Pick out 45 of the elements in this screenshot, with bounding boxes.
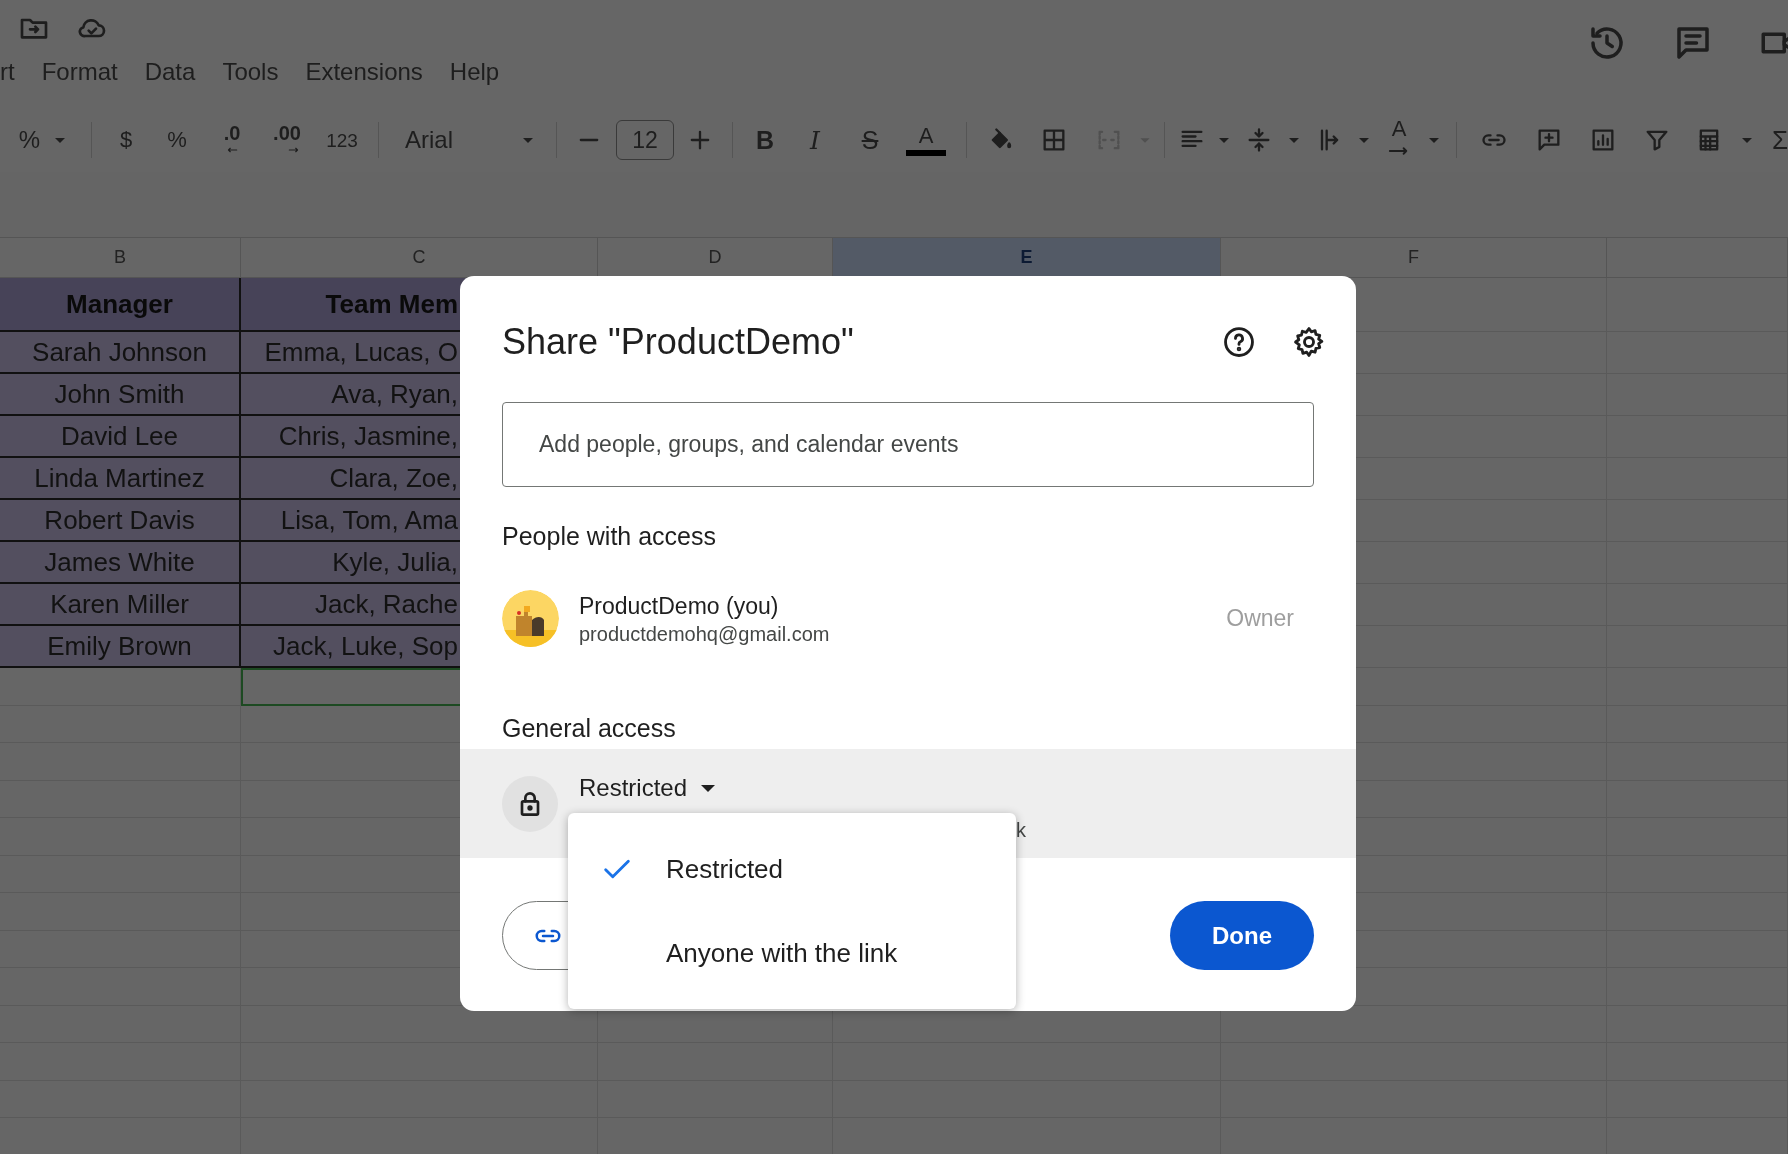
menu-item[interactable]: Extensions — [305, 54, 423, 90]
percent-button[interactable]: % — [167, 129, 187, 151]
grid-cell[interactable] — [0, 668, 241, 706]
font-dropdown[interactable]: Arial — [405, 122, 453, 158]
table-cell: John Smith — [0, 374, 241, 416]
settings-icon[interactable] — [1292, 325, 1326, 359]
menu-item[interactable]: Help — [449, 54, 500, 90]
italic-button[interactable]: I — [810, 127, 820, 153]
done-button[interactable]: Done — [1170, 901, 1314, 970]
table-cell: James White — [0, 542, 241, 584]
access-dropdown[interactable]: Restricted — [579, 773, 716, 803]
menu-item[interactable]: Data — [144, 54, 196, 90]
table-cell: Linda Martinez — [0, 458, 241, 500]
strikethrough-button[interactable]: S — [861, 127, 879, 153]
table-cell: Karen Miller — [0, 584, 241, 626]
menu-item[interactable]: Tools — [222, 54, 279, 90]
menu-item[interactable]: Format — [41, 54, 118, 90]
menu-option[interactable]: Anyone with the link — [666, 933, 898, 973]
help-icon[interactable] — [1222, 325, 1256, 359]
lock-icon — [502, 776, 558, 832]
header-cell: Manager — [0, 278, 241, 332]
caret-icon[interactable] — [701, 784, 716, 792]
table-cell: Emily Brown — [0, 626, 241, 668]
column-header[interactable]: B — [0, 238, 241, 277]
grid-cell[interactable] — [0, 705, 241, 743]
section-heading: General access — [502, 713, 677, 744]
table-cell: Sarah Johnson — [0, 332, 241, 374]
number-format-button[interactable]: 123 — [326, 130, 358, 150]
menu-option[interactable]: Restricted — [666, 849, 784, 889]
table-cell: David Lee — [0, 416, 241, 458]
zoom-value[interactable]: % — [18, 122, 40, 158]
role-label: Owner — [1226, 604, 1294, 634]
menu-item[interactable]: rt — [0, 54, 15, 90]
font-size-field[interactable]: 12 — [616, 120, 674, 160]
decrease-decimal-button[interactable]: .0 — [223, 123, 241, 157]
functions-button[interactable]: Σ — [1771, 127, 1788, 153]
text-color-button[interactable]: A — [906, 124, 946, 156]
access-description: k — [1016, 818, 1026, 843]
table-cell: Robert Davis — [0, 500, 241, 542]
people-input-field[interactable]: Add people, groups, and calendar events — [502, 402, 1314, 487]
bold-button[interactable]: B — [755, 127, 775, 153]
increase-decimal-button[interactable]: .00 — [273, 123, 301, 157]
column-header[interactable]: E — [833, 238, 1221, 277]
text-rotation-button[interactable]: A — [1388, 118, 1410, 162]
currency-button[interactable]: $ — [119, 129, 133, 151]
